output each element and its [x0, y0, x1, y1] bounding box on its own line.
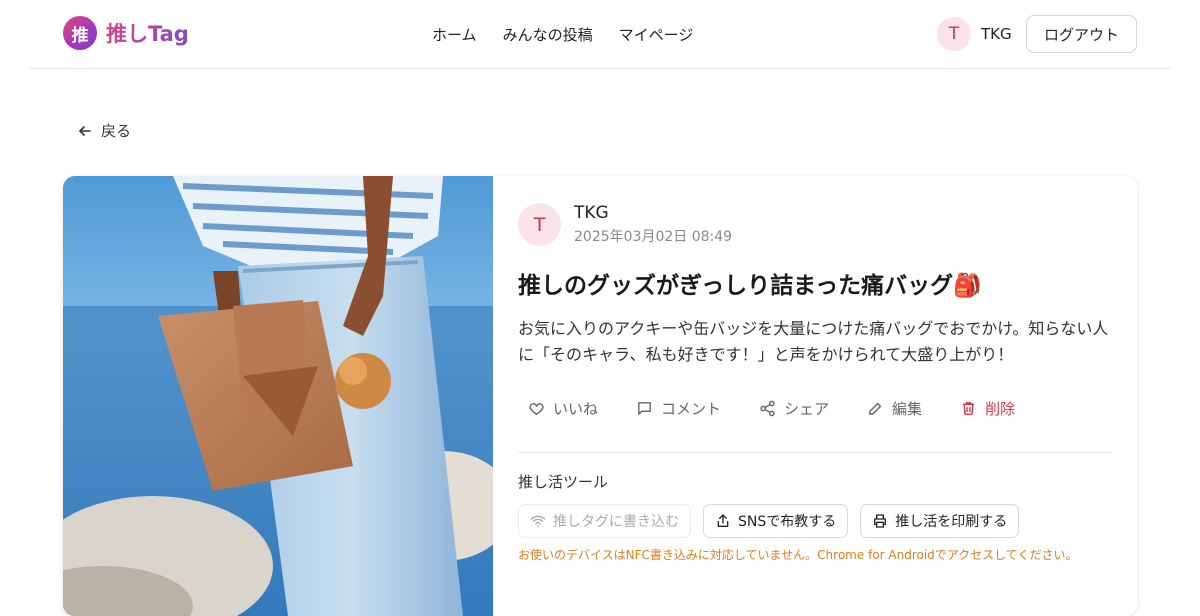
post-body: お気に入りのアクキーや缶バッジを大量につけた痛バッグでおでかけ。知らない人に「そ… — [518, 319, 1109, 364]
post-date: 2025年03月02日 08:49 — [574, 229, 733, 245]
print-label: 推し活を印刷する — [895, 514, 1008, 530]
nfc-write-button[interactable]: 推しタグに書き込む — [518, 504, 691, 538]
logo-icon: 推 — [63, 16, 97, 50]
comment-icon — [636, 400, 653, 417]
nav-item-home[interactable]: ホーム — [432, 24, 477, 45]
main-nav: ホーム みんなの投稿 マイページ — [432, 24, 693, 45]
like-button[interactable]: いいね — [528, 398, 598, 419]
header-divider — [30, 68, 1170, 69]
heart-icon — [528, 400, 545, 417]
delete-label: 削除 — [985, 400, 1016, 418]
back-label: 戻る — [101, 122, 132, 140]
nav-item-mypage[interactable]: マイページ — [619, 24, 694, 45]
tools-heading: 推し活ツール — [518, 473, 609, 491]
post-card: T TKG 2025年03月02日 08:49 推しのグッズがぎっしり詰まった痛… — [63, 176, 1137, 616]
nfc-icon — [530, 513, 546, 529]
post-author: T TKG 2025年03月02日 08:49 — [518, 203, 732, 246]
post-title: 推しのグッズがぎっしり詰まった痛バッグ🎒 — [518, 273, 982, 299]
edit-button[interactable]: 編集 — [867, 398, 922, 419]
sns-share-label: SNSで布教する — [738, 514, 837, 530]
section-divider — [518, 452, 1111, 453]
sns-share-button[interactable]: SNSで布教する — [703, 504, 849, 538]
share-label: シェア — [784, 400, 830, 418]
upload-icon — [715, 513, 731, 529]
tools-buttons: 推しタグに書き込む SNSで布教する 推し活を印刷する — [518, 504, 1020, 538]
user-menu[interactable]: T TKG — [937, 17, 1012, 51]
comment-button[interactable]: コメント — [636, 398, 721, 419]
logo[interactable]: 推 推しTag — [63, 16, 189, 50]
avatar: T — [937, 17, 971, 51]
nfc-write-label: 推しタグに書き込む — [553, 514, 679, 530]
back-link[interactable]: 戻る — [77, 120, 131, 141]
arrow-left-icon — [77, 123, 93, 139]
share-icon — [759, 400, 776, 417]
author-name: TKG — [574, 203, 609, 223]
delete-button[interactable]: 削除 — [960, 398, 1015, 419]
nav-item-all-posts[interactable]: みんなの投稿 — [503, 24, 593, 45]
logout-button[interactable]: ログアウト — [1026, 15, 1137, 53]
like-label: いいね — [553, 400, 599, 418]
comment-label: コメント — [661, 400, 722, 418]
trash-icon — [960, 400, 977, 417]
user-name: TKG — [981, 25, 1012, 43]
edit-label: 編集 — [892, 400, 923, 418]
share-button[interactable]: シェア — [759, 398, 829, 419]
print-button[interactable]: 推し活を印刷する — [860, 504, 1020, 538]
logo-text: 推しTag — [106, 18, 189, 48]
author-avatar: T — [518, 203, 561, 246]
edit-icon — [867, 400, 884, 417]
header: 推 推しTag ホーム みんなの投稿 マイページ T TKG ログアウト — [0, 0, 1200, 68]
nfc-warning: お使いのデバイスはNFC書き込みに対応していません。Chrome for And… — [518, 548, 1078, 562]
printer-icon — [872, 513, 888, 529]
post-actions: いいね コメント シェア 編集 削除 — [528, 398, 1015, 419]
post-image — [63, 176, 493, 616]
